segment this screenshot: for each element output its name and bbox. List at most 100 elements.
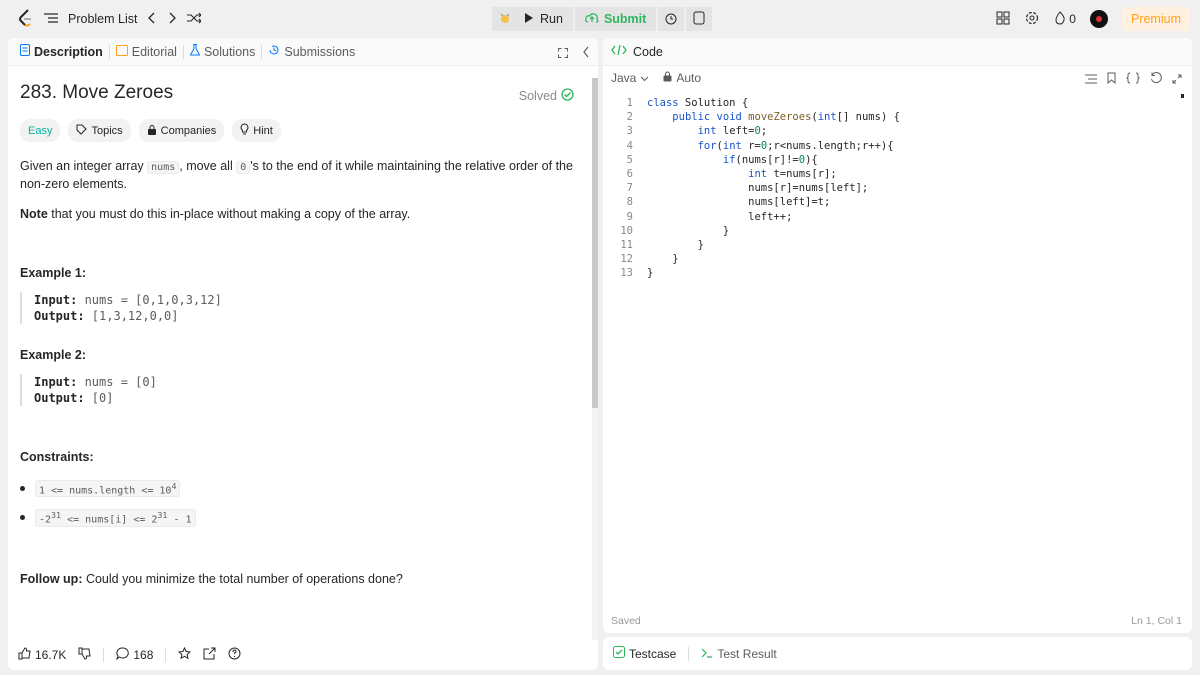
companies-chip[interactable]: Companies [138,119,225,142]
problem-title: 283. Move Zeroes [20,82,174,103]
braces-icon[interactable] [1126,72,1140,87]
alarm-clock-icon [664,11,678,28]
expand-icon[interactable] [558,47,568,61]
footer-divider [103,648,105,662]
code-line: 9 left++; [626,210,793,223]
constraint-item: -231 <= nums[i] <= 231 - 1 [20,509,584,527]
flame-icon [1054,10,1066,28]
test-panel: Testcase Test Result [603,637,1192,670]
submit-button[interactable]: Submit [574,7,657,31]
example-2: Example 2: Input: nums = [0] Output: [0] [20,348,584,406]
inline-code: 0 [236,161,251,174]
avatar[interactable] [1089,10,1108,28]
language-select[interactable]: Java [611,71,649,85]
collapse-panel-icon[interactable] [582,46,590,61]
hint-label: Hint [253,124,273,137]
premium-button[interactable]: Premium [1121,7,1190,31]
constraint-item: 1 <= nums.length <= 104 [20,480,584,498]
follow-up: Follow up: Could you minimize the total … [20,571,584,587]
help-icon[interactable] [228,647,241,663]
code-line: 11 } [620,238,704,251]
run-button[interactable]: Run [518,7,573,31]
layout-grid-icon[interactable] [996,11,1010,28]
dislike-button[interactable] [78,647,91,663]
prev-problem-icon[interactable] [147,12,157,27]
book-icon [115,44,128,59]
format-lines-icon[interactable] [1085,73,1097,87]
solved-status: Solved [519,88,574,104]
tag-icon [76,124,88,138]
code-line: 10 } [620,224,730,237]
code-line: 12 } [620,253,679,266]
tab-solutions[interactable]: Solutions [184,38,261,66]
bug-icon [498,11,512,28]
output-value: [1,3,12,0,0] [84,309,179,323]
constraint-sup: 31 [51,510,62,521]
next-problem-icon[interactable] [167,12,177,27]
like-count: 16.7K [35,648,67,662]
timer-button[interactable] [658,7,685,31]
bookmark-icon[interactable] [1107,72,1116,87]
code-editor[interactable]: 1 class Solution { 2 public void moveZero… [603,96,1178,280]
streak-counter[interactable]: 0 [1054,10,1076,28]
debug-button[interactable] [492,7,518,31]
tab-submissions[interactable]: Submissions [262,38,361,66]
constraints-title: Constraints: [20,450,94,464]
cloud-upload-icon [585,12,599,27]
description-scrollbar[interactable] [592,78,598,648]
comments-button[interactable]: 168 [116,647,153,663]
check-circle-icon [561,88,574,104]
fullscreen-icon[interactable] [1172,73,1182,87]
code-line: 8 nums[left]=t; [626,196,831,209]
example-title: Example 2: [20,348,87,362]
desc-text: , move all [179,159,237,173]
auto-mode[interactable]: Auto [663,71,701,85]
reset-icon[interactable] [1150,72,1162,87]
constraint-code: -231 <= nums[i] <= 231 - 1 [35,509,196,527]
code-header: Code [603,38,1192,66]
constraints: Constraints: 1 <= nums.length <= 104 -23… [20,450,584,527]
run-label: Run [540,12,563,26]
tab-editorial[interactable]: Editorial [110,38,183,66]
topics-chip[interactable]: Topics [68,119,131,142]
tab-description[interactable]: Description [14,38,109,66]
description-tabs: Description Editorial Solutions Submissi… [8,38,598,66]
leetcode-logo-icon[interactable] [18,8,34,30]
followup-text: Could you minimize the total number of o… [82,571,403,586]
tab-testcase[interactable]: Testcase [613,646,676,661]
code-brackets-icon [611,44,627,59]
code-line: 13} [620,267,654,280]
problem-list-link[interactable]: Problem List [68,12,137,26]
saved-status: Saved [611,615,641,627]
scroll-thumb[interactable] [592,78,598,408]
test-tabs: Testcase Test Result [603,637,1192,670]
submit-label: Submit [603,12,647,26]
followup-bold: Follow up: [20,571,83,586]
share-icon[interactable] [203,647,216,663]
code-line: 4 for(int r=0;r<nums.length;r++){ [626,139,894,152]
note-bold: Note [20,207,48,221]
output-label: Output: [34,309,85,323]
tab-test-result[interactable]: Test Result [701,647,777,661]
shuffle-icon[interactable] [187,12,203,27]
like-button[interactable]: 16.7K [18,647,66,663]
code-panel: Code Java Auto 1 class Solution { 2 publi… [603,38,1192,633]
difficulty-badge: Easy [20,119,61,142]
star-icon[interactable] [178,646,192,663]
tab-submissions-label: Submissions [284,44,356,59]
tab-solutions-label: Solutions [203,44,256,59]
hint-chip[interactable]: Hint [232,119,281,142]
constraint-text: - 1 [167,514,192,526]
code-line: 7 nums[r]=nums[left]; [626,182,869,195]
constraint-text: 1 <= nums.length <= 10 [39,485,172,497]
code-line: 2 public void moveZeroes(int[] nums) { [626,111,900,124]
notes-button[interactable] [686,7,713,31]
auto-label: Auto [676,71,702,85]
comment-icon [116,647,130,663]
description-panel: Description Editorial Solutions Submissi… [8,38,598,670]
comment-count: 168 [133,648,154,662]
code-line: 1 class Solution { [626,97,749,109]
settings-gear-icon[interactable] [1024,10,1040,29]
problem-list-icon[interactable] [44,12,58,27]
checkbox-checked-icon [613,646,625,661]
